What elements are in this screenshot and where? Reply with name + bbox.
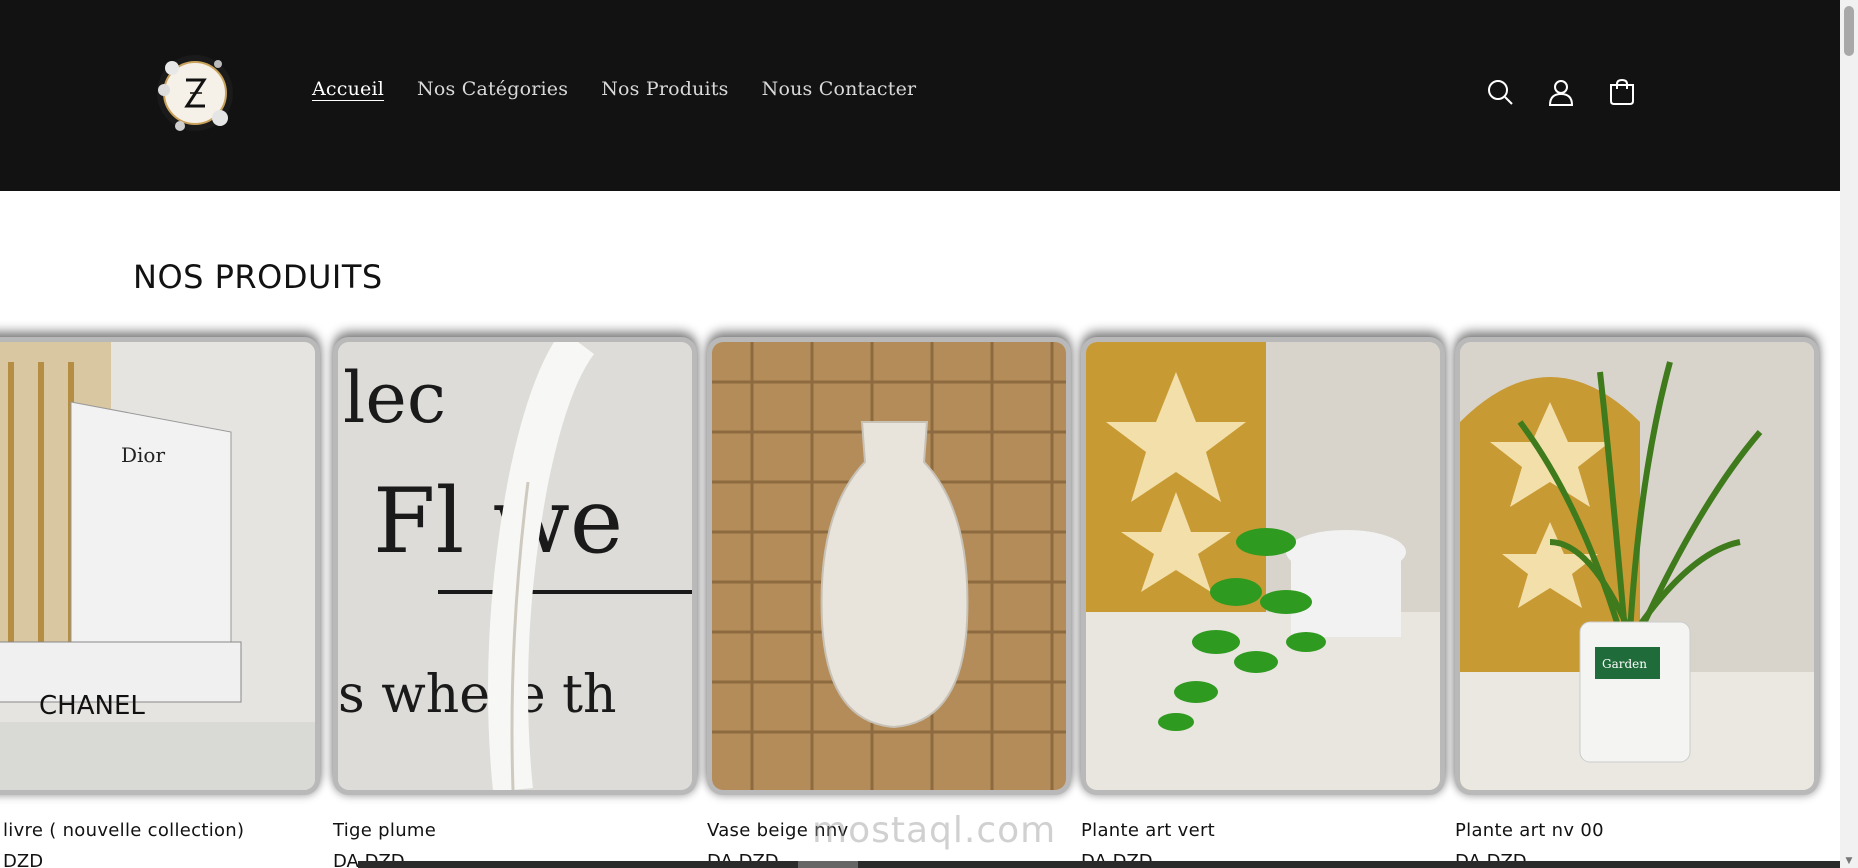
- product-title[interactable]: Tige plume: [333, 820, 713, 841]
- account-icon[interactable]: [1543, 72, 1579, 112]
- product-price: DZD: [3, 851, 44, 868]
- svg-text:lec: lec: [343, 357, 446, 439]
- vertical-scrollbar[interactable]: ▼: [1840, 0, 1858, 868]
- product-title[interactable]: Plante art nv 00: [1455, 820, 1835, 841]
- svg-text:CHANEL: CHANEL: [39, 691, 145, 721]
- product-image[interactable]: lec Fl we s where th: [333, 337, 697, 795]
- cart-icon[interactable]: [1604, 72, 1640, 112]
- search-icon[interactable]: [1482, 72, 1518, 112]
- nav-link-accueil[interactable]: Accueil: [312, 78, 384, 100]
- product-image[interactable]: Dior CHANEL: [0, 337, 320, 795]
- horizontal-scrollbar-thumb[interactable]: [798, 861, 858, 868]
- site-header: Accueil Nos Catégories Nos Produits Nous…: [0, 0, 1840, 191]
- section-title: NOS PRODUITS: [133, 258, 383, 296]
- nav-link-contact[interactable]: Nous Contacter: [762, 78, 917, 100]
- product-card[interactable]: lec Fl we s where th Tige plume DA DZD: [333, 337, 697, 868]
- svg-text:Garden: Garden: [1602, 657, 1647, 671]
- product-image[interactable]: [1081, 337, 1445, 795]
- product-title[interactable]: livre ( nouvelle collection): [3, 820, 383, 841]
- svg-text:s where th: s where th: [338, 665, 617, 725]
- store-logo[interactable]: [150, 38, 240, 148]
- product-image[interactable]: [707, 337, 1071, 795]
- header-icons: [1482, 72, 1665, 112]
- watermark: mostaql.com: [812, 810, 1057, 851]
- product-card[interactable]: Dior CHANEL livre ( nouvelle collection)…: [0, 337, 320, 868]
- scroll-down-icon[interactable]: ▼: [1844, 856, 1854, 866]
- horizontal-scrollbar[interactable]: [358, 861, 1840, 868]
- product-card[interactable]: Garden Plante art nv 00 DA DZD: [1455, 337, 1819, 868]
- scrollbar-thumb[interactable]: [1844, 6, 1854, 56]
- product-title[interactable]: Plante art vert: [1081, 820, 1461, 841]
- svg-text:Dior: Dior: [121, 443, 165, 467]
- nav-link-produits[interactable]: Nos Produits: [601, 78, 728, 100]
- product-card[interactable]: Vase beige nnv DA DZD: [707, 337, 1071, 868]
- product-image[interactable]: Garden: [1455, 337, 1819, 795]
- product-card[interactable]: Plante art vert DA DZD: [1081, 337, 1445, 868]
- main-nav: Accueil Nos Catégories Nos Produits Nous…: [312, 78, 949, 100]
- nav-link-categories[interactable]: Nos Catégories: [417, 78, 568, 100]
